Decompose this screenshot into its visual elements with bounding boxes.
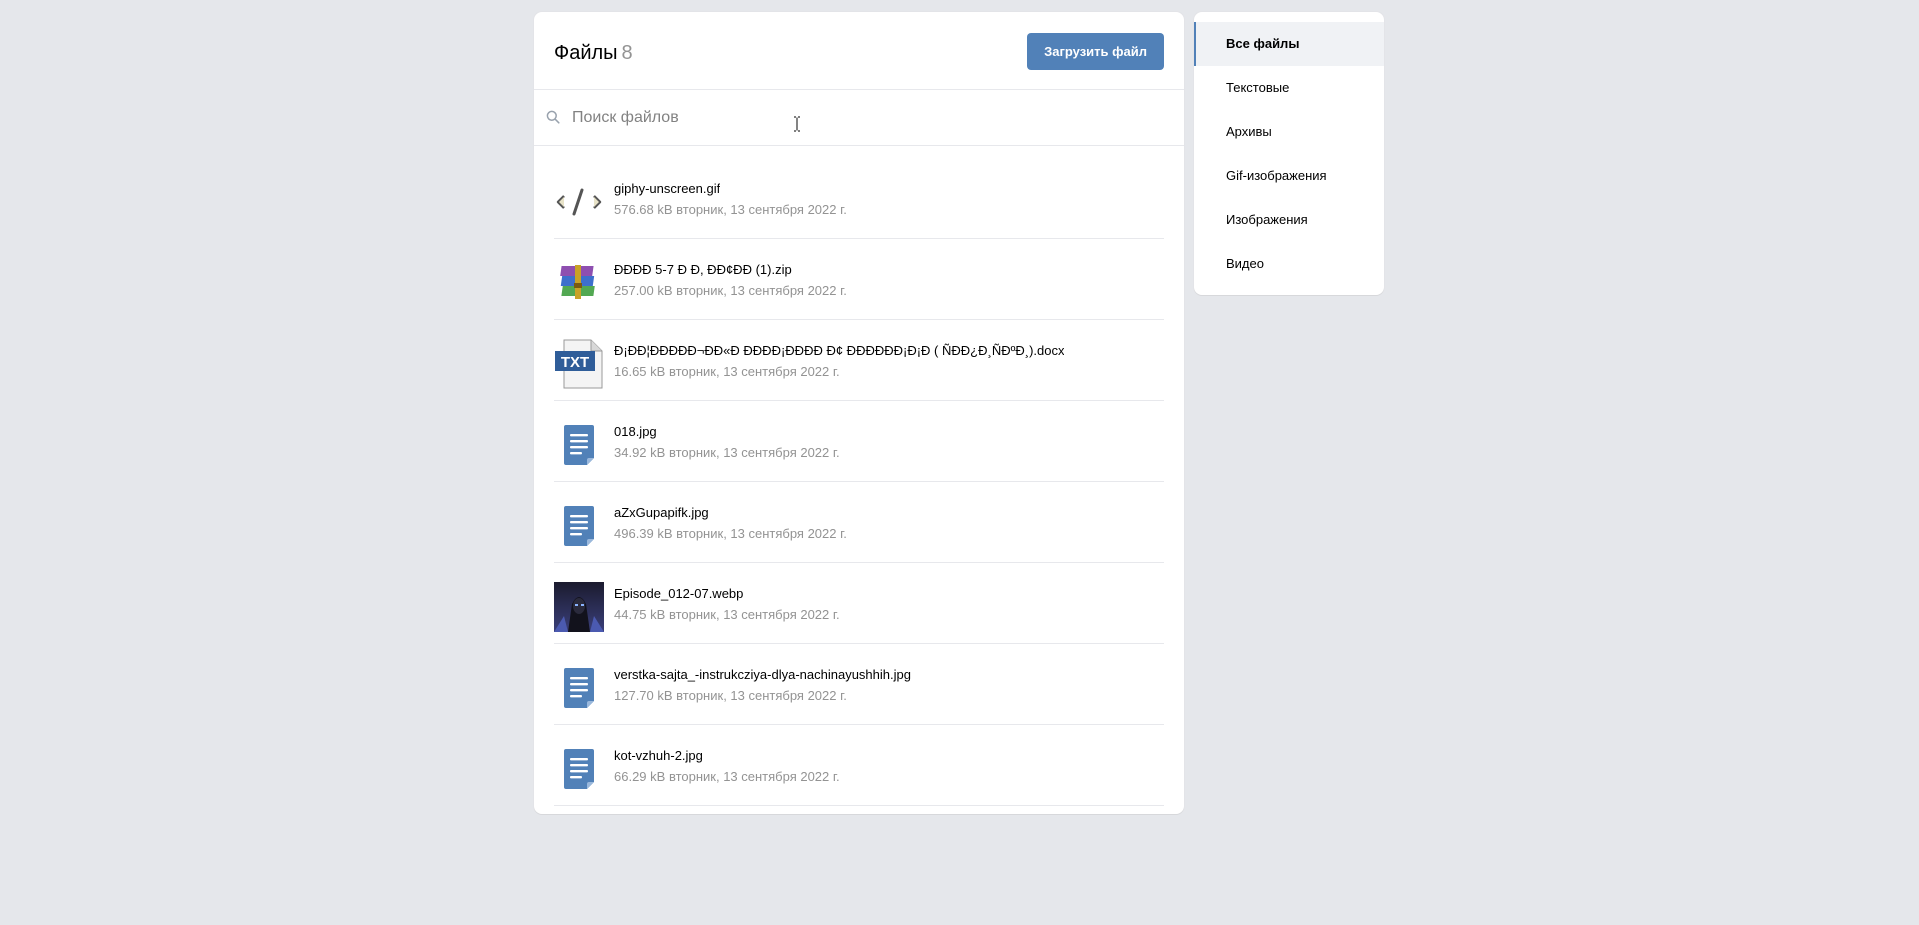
file-meta: 257.00 kB вторник, 13 сентября 2022 г. xyxy=(614,283,847,299)
file-date: вторник, 13 сентября 2022 г. xyxy=(676,526,847,541)
file-name[interactable]: kot-vzhuh-2.jpg xyxy=(614,748,703,764)
file-date: вторник, 13 сентября 2022 г. xyxy=(668,607,840,622)
document-icon xyxy=(554,420,604,470)
document-icon xyxy=(554,501,604,551)
file-name[interactable]: verstka-sajta_-instrukcziya-dlya-nachina… xyxy=(614,667,911,683)
file-meta: 16.65 kB вторник, 13 сентября 2022 г. xyxy=(614,364,840,380)
file-size: 66.29 kB xyxy=(614,769,666,784)
file-date: вторник, 13 сентября 2022 г. xyxy=(668,769,840,784)
txt-document-icon: TXT xyxy=(554,339,604,389)
file-name[interactable]: Episode_012-07.webp xyxy=(614,586,743,602)
file-date: вторник, 13 сентября 2022 г. xyxy=(676,202,847,217)
file-name[interactable]: Ð¡ÐÐ¦ÐÐÐÐÐ¬ÐÐ«Ð ÐÐÐÐ¡ÐÐÐÐ Ð¢ ÐÐÐÐÐÐ¡Ð¡Ð … xyxy=(614,343,1064,359)
image-preview-icon xyxy=(554,582,604,632)
file-size: 496.39 kB xyxy=(614,526,673,541)
file-size: 576.68 kB xyxy=(614,202,673,217)
file-meta: 44.75 kB вторник, 13 сентября 2022 г. xyxy=(614,607,840,623)
filter-text[interactable]: Текстовые xyxy=(1194,66,1384,110)
file-date: вторник, 13 сентября 2022 г. xyxy=(668,445,840,460)
text-cursor-icon xyxy=(794,116,800,132)
search-bar xyxy=(534,90,1184,146)
file-row[interactable]: TXT Ð¡ÐÐ¦ÐÐÐÐÐ¬ÐÐ«Ð ÐÐÐÐ¡ÐÐÐÐ Ð¢ ÐÐÐÐÐÐ¡… xyxy=(554,320,1164,401)
file-row[interactable]: 018.jpg 34.92 kB вторник, 13 сентября 20… xyxy=(554,401,1164,482)
filter-video[interactable]: Видео xyxy=(1194,242,1384,286)
svg-text:TXT: TXT xyxy=(561,354,589,371)
page-title-text: Файлы xyxy=(554,42,618,64)
files-header: Файлы 8 Загрузить файл xyxy=(534,12,1184,90)
file-date: вторник, 13 сентября 2022 г. xyxy=(676,688,847,703)
file-row[interactable]: aZxGupapifk.jpg 496.39 kB вторник, 13 се… xyxy=(554,482,1164,563)
file-row[interactable]: giphy-unscreen.gif 576.68 kB вторник, 13… xyxy=(554,158,1164,239)
file-type-filter: Все файлы Текстовые Архивы Gif-изображен… xyxy=(1194,12,1384,295)
search-icon xyxy=(546,110,560,124)
filter-all-files[interactable]: Все файлы xyxy=(1194,22,1384,66)
file-meta: 576.68 kB вторник, 13 сентября 2022 г. xyxy=(614,202,847,218)
file-meta: 34.92 kB вторник, 13 сентября 2022 г. xyxy=(614,445,840,461)
file-meta: 496.39 kB вторник, 13 сентября 2022 г. xyxy=(614,526,847,542)
file-row[interactable]: kot-vzhuh-2.jpg 66.29 kB вторник, 13 сен… xyxy=(554,725,1164,806)
filter-gif-images[interactable]: Gif-изображения xyxy=(1194,154,1384,198)
file-name[interactable]: giphy-unscreen.gif xyxy=(614,181,720,197)
file-size: 16.65 kB xyxy=(614,364,666,379)
file-size: 127.70 kB xyxy=(614,688,673,703)
search-input[interactable] xyxy=(572,90,1162,145)
files-panel: Файлы8 Загрузить файл giphy-unscreen.g xyxy=(534,12,1184,814)
archive-icon xyxy=(554,258,604,308)
file-size: 257.00 kB xyxy=(614,283,673,298)
filter-images[interactable]: Изображения xyxy=(1194,198,1384,242)
gif-code-icon xyxy=(554,177,604,227)
file-row[interactable]: Episode_012-07.webp 44.75 kB вторник, 13… xyxy=(554,563,1164,644)
document-icon xyxy=(554,663,604,713)
filter-archives[interactable]: Архивы xyxy=(1194,110,1384,154)
file-date: вторник, 13 сентября 2022 г. xyxy=(668,364,840,379)
page-title: Файлы 8 xyxy=(554,41,633,65)
file-meta: 66.29 kB вторник, 13 сентября 2022 г. xyxy=(614,769,840,785)
upload-file-button[interactable]: Загрузить файл xyxy=(1027,33,1164,70)
file-name[interactable]: aZxGupapifk.jpg xyxy=(614,505,709,521)
file-list: giphy-unscreen.gif 576.68 kB вторник, 13… xyxy=(534,146,1184,806)
files-count: 8 xyxy=(621,42,633,64)
file-row[interactable]: ÐÐÐÐ 5-7 Ð Ð, ÐÐ¢ÐÐ (1).zip 257.00 kB вт… xyxy=(554,239,1164,320)
document-icon xyxy=(554,744,604,794)
file-row[interactable]: verstka-sajta_-instrukcziya-dlya-nachina… xyxy=(554,644,1164,725)
file-name[interactable]: ÐÐÐÐ 5-7 Ð Ð, ÐÐ¢ÐÐ (1).zip xyxy=(614,262,792,278)
file-meta: 127.70 kB вторник, 13 сентября 2022 г. xyxy=(614,688,847,704)
file-date: вторник, 13 сентября 2022 г. xyxy=(676,283,847,298)
file-size: 34.92 kB xyxy=(614,445,666,460)
file-size: 44.75 kB xyxy=(614,607,666,622)
file-name[interactable]: 018.jpg xyxy=(614,424,657,440)
